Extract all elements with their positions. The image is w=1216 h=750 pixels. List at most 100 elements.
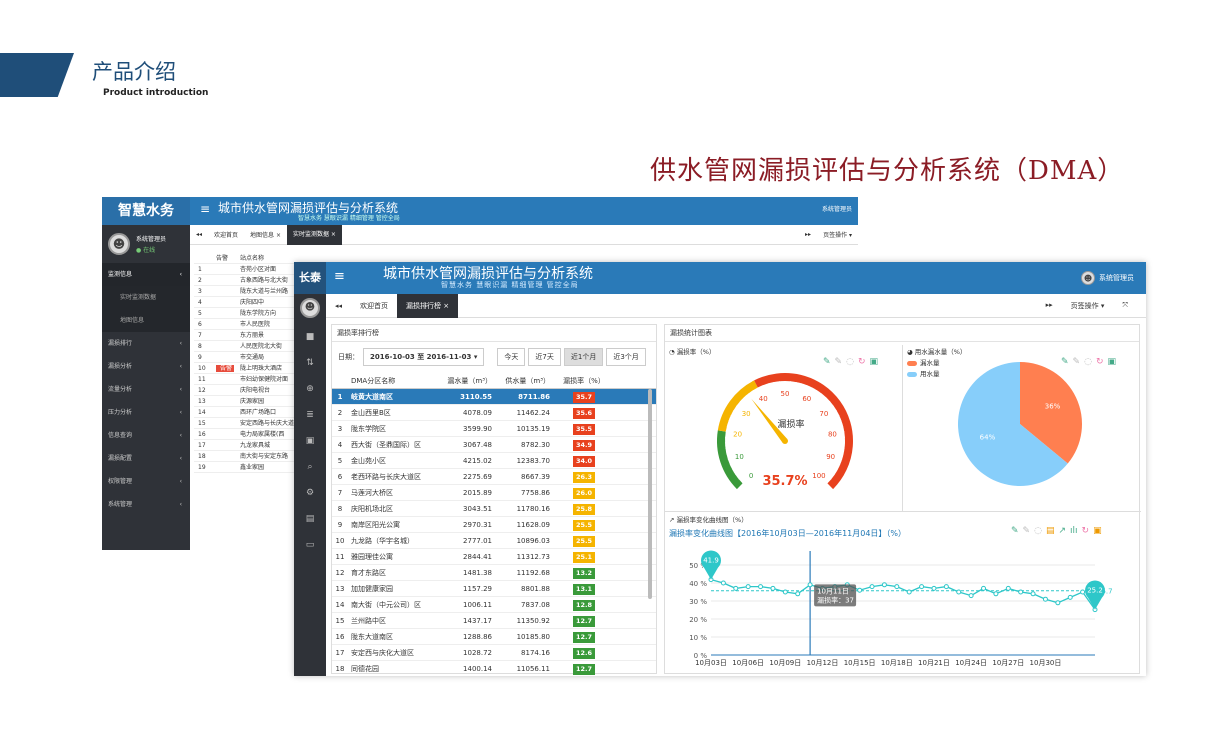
data-point[interactable] [1080, 589, 1086, 595]
back-user-top[interactable]: 系统管理员 [822, 204, 852, 213]
data-view-icon[interactable]: ▤ [1046, 526, 1055, 536]
data-point[interactable] [943, 584, 949, 590]
sidebar-item[interactable]: 漏损排行 ‹ [102, 332, 190, 355]
data-point[interactable] [906, 589, 912, 595]
sidebar-item[interactable]: 流量分析 ‹ [102, 378, 190, 401]
clear-icon[interactable]: ◌ [1084, 357, 1092, 367]
tab-realtime[interactable]: 实时监测数据 × [286, 224, 342, 245]
table-row[interactable]: 10 九龙路（华宇名城） 2777.01 10896.03 25.5 [332, 533, 656, 549]
sidebar-item[interactable]: 地图信息 [102, 309, 190, 332]
data-point[interactable] [720, 580, 726, 586]
menu-toggle-icon[interactable]: ≡ [334, 269, 345, 284]
data-point[interactable] [1067, 594, 1073, 600]
tab-welcome[interactable]: 欢迎首页 [208, 230, 244, 239]
table-row[interactable]: 2 金山西里B区 4078.09 11462.24 35.6 [332, 405, 656, 421]
save-icon[interactable]: ▣ [870, 357, 879, 367]
data-point[interactable] [1055, 600, 1061, 606]
data-point[interactable] [807, 582, 813, 588]
tab-actions[interactable]: 页签操作 ▾ [817, 230, 858, 239]
data-point[interactable] [894, 584, 900, 590]
data-point[interactable] [1018, 589, 1024, 595]
flow-icon[interactable]: ≣ [294, 402, 326, 428]
config-icon[interactable]: ⚙ [294, 480, 326, 506]
table-row[interactable]: 18 同德花园 1400.14 11056.11 12.7 [332, 661, 656, 676]
data-point[interactable] [857, 587, 863, 593]
save-icon[interactable]: ▣ [1093, 526, 1102, 536]
date-range-picker[interactable]: 2016-10-03 至 2016-11-03 ▾ [363, 348, 485, 366]
range-3months-button[interactable]: 近3个月 [606, 348, 646, 366]
save-icon[interactable]: ▣ [1108, 357, 1117, 367]
analysis-icon[interactable]: ⊕ [294, 376, 326, 402]
data-point[interactable] [981, 585, 987, 591]
sidebar-item[interactable]: 系统管理 ‹ [102, 493, 190, 516]
range-1month-button[interactable]: 近1个月 [563, 348, 604, 366]
sidebar-item[interactable]: 权限管理 ‹ [102, 470, 190, 493]
data-point[interactable] [993, 591, 999, 597]
table-row[interactable]: 17 安定西与庆化大道区 1028.72 8174.16 12.6 [332, 645, 656, 661]
sidebar-item[interactable]: 实时监测数据 [102, 286, 190, 309]
bar-chart-icon[interactable]: ılı [1070, 526, 1078, 536]
data-point[interactable] [745, 584, 751, 590]
legend-use[interactable]: 用水量 [907, 369, 940, 380]
scrollbar[interactable] [648, 389, 652, 599]
sidebar-item[interactable]: 压力分析 ‹ [102, 401, 190, 424]
table-row[interactable]: 5 金山苑小区 4215.02 12383.70 34.0 [332, 453, 656, 469]
ranking-icon[interactable]: ⇅ [294, 350, 326, 376]
table-row[interactable]: 7 马莲河大桥区 2015.89 7758.86 26.0 [332, 485, 656, 501]
fullscreen-icon[interactable]: ⤧ [1113, 301, 1137, 311]
data-point[interactable] [956, 589, 962, 595]
line-chart-icon[interactable]: ↗ [1058, 526, 1066, 536]
data-point[interactable] [733, 585, 739, 591]
table-row[interactable]: 8 庆阳机场北区 3043.51 11780.16 25.8 [332, 501, 656, 517]
data-point[interactable] [919, 584, 925, 590]
table-row[interactable]: 6 老西环路与长庆大道区 2275.69 8667.39 26.3 [332, 469, 656, 485]
table-row[interactable]: 11 雅园理佳公寓 2844.41 11312.73 25.1 [332, 549, 656, 565]
data-point[interactable] [931, 585, 937, 591]
refresh-icon[interactable]: ↻ [1082, 526, 1090, 536]
table-row[interactable]: 12 育才东路区 1481.38 11192.68 13.2 [332, 565, 656, 581]
search-icon[interactable]: ⌕ [294, 454, 326, 480]
legend-leak[interactable]: 漏水量 [907, 358, 940, 369]
system-icon[interactable]: ▭ [294, 532, 326, 558]
sidebar-item[interactable]: 信息查询 ‹ [102, 424, 190, 447]
sidebar-item[interactable]: 漏损分析 ‹ [102, 355, 190, 378]
table-row[interactable]: 16 陇东大道南区 1288.86 10185.80 12.7 [332, 629, 656, 645]
data-point[interactable] [770, 585, 776, 591]
data-point[interactable] [782, 589, 788, 595]
front-user-menu[interactable]: ☻ 系统管理员 [1081, 271, 1134, 285]
data-point[interactable] [881, 582, 887, 588]
menu-toggle-icon[interactable]: ≡ [200, 202, 210, 216]
data-point[interactable] [869, 584, 875, 590]
range-today-button[interactable]: 今天 [497, 348, 526, 366]
sidebar-item[interactable]: 漏损配置 ‹ [102, 447, 190, 470]
data-point[interactable] [968, 593, 974, 599]
tab-actions[interactable]: 页签操作 ▾ [1062, 301, 1114, 311]
tab-scroll-left-icon[interactable]: ◂◂ [190, 231, 208, 238]
clear-icon[interactable]: ◌ [1034, 526, 1042, 536]
data-point[interactable] [1005, 585, 1011, 591]
sidebar-avatar[interactable]: ☻ [294, 298, 326, 324]
table-row[interactable]: 9 南岸区阳光公寓 2970.31 11628.09 25.5 [332, 517, 656, 533]
data-point[interactable] [795, 591, 801, 597]
table-row[interactable]: 3 陇东学院区 3599.90 10135.19 35.5 [332, 421, 656, 437]
tab-welcome[interactable]: 欢迎首页 [351, 301, 397, 311]
permission-icon[interactable]: ▤ [294, 506, 326, 532]
sidebar-item[interactable]: 监测信息 ‹ [102, 263, 190, 286]
table-row[interactable]: 1 岐黄大道南区 3110.55 8711.86 35.7 [332, 389, 656, 405]
table-row[interactable]: 13 加加健康家园 1157.29 8801.88 13.1 [332, 581, 656, 597]
data-point[interactable] [1030, 591, 1036, 597]
range-7days-button[interactable]: 近7天 [528, 348, 561, 366]
table-row[interactable]: 15 兰州路中区 1437.17 11350.92 12.7 [332, 613, 656, 629]
data-point[interactable] [758, 584, 764, 590]
data-point[interactable] [1042, 596, 1048, 602]
erase-icon[interactable]: ✎ [1023, 526, 1031, 536]
refresh-icon[interactable]: ↻ [1096, 357, 1104, 367]
monitor-icon[interactable]: ■ [294, 324, 326, 350]
tab-scroll-left-icon[interactable]: ◂◂ [326, 302, 351, 310]
tab-map[interactable]: 地图信息 × [244, 230, 287, 239]
table-row[interactable]: 14 南大街（中元公司）区 1006.11 7837.08 12.8 [332, 597, 656, 613]
mark-icon[interactable]: ✎ [1011, 526, 1019, 536]
tab-scroll-right-icon[interactable]: ▸▸ [1037, 301, 1062, 311]
table-row[interactable]: 4 西大街（圣鼎国际）区 3067.48 8782.30 34.9 [332, 437, 656, 453]
pressure-icon[interactable]: ▣ [294, 428, 326, 454]
